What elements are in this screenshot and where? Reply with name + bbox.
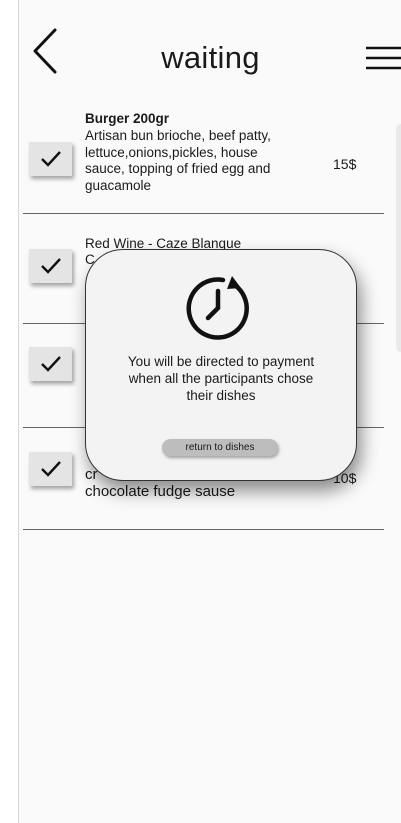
item-checkbox[interactable] — [29, 347, 72, 381]
item-price: 15$ — [333, 156, 357, 172]
item-description: Artisan bun brioche, beef patty, lettuce… — [85, 128, 271, 193]
item-name: Burger 200gr — [85, 111, 170, 126]
menu-button[interactable] — [365, 44, 401, 74]
modal-message: You will be directed to payment when all… — [127, 354, 315, 403]
hamburger-menu-icon — [366, 46, 401, 70]
item-checkbox[interactable] — [29, 452, 72, 486]
divider — [23, 529, 384, 530]
app-screen: waiting Burger 200gr Artisan bun brioche… — [18, 0, 401, 823]
waiting-modal: You will be directed to payment when all… — [85, 249, 357, 481]
header: waiting — [19, 0, 401, 100]
item-checkbox[interactable] — [29, 249, 72, 283]
scrollbar[interactable] — [396, 124, 401, 352]
clock-refresh-icon — [186, 276, 249, 340]
return-to-dishes-button[interactable]: return to dishes — [162, 439, 278, 456]
checkmark-icon — [40, 151, 61, 167]
checkmark-icon — [40, 258, 61, 274]
checkmark-icon — [40, 356, 61, 372]
item-checkbox[interactable] — [29, 142, 72, 176]
divider — [23, 213, 384, 214]
checkmark-icon — [40, 461, 61, 477]
page-title: waiting — [161, 40, 260, 75]
